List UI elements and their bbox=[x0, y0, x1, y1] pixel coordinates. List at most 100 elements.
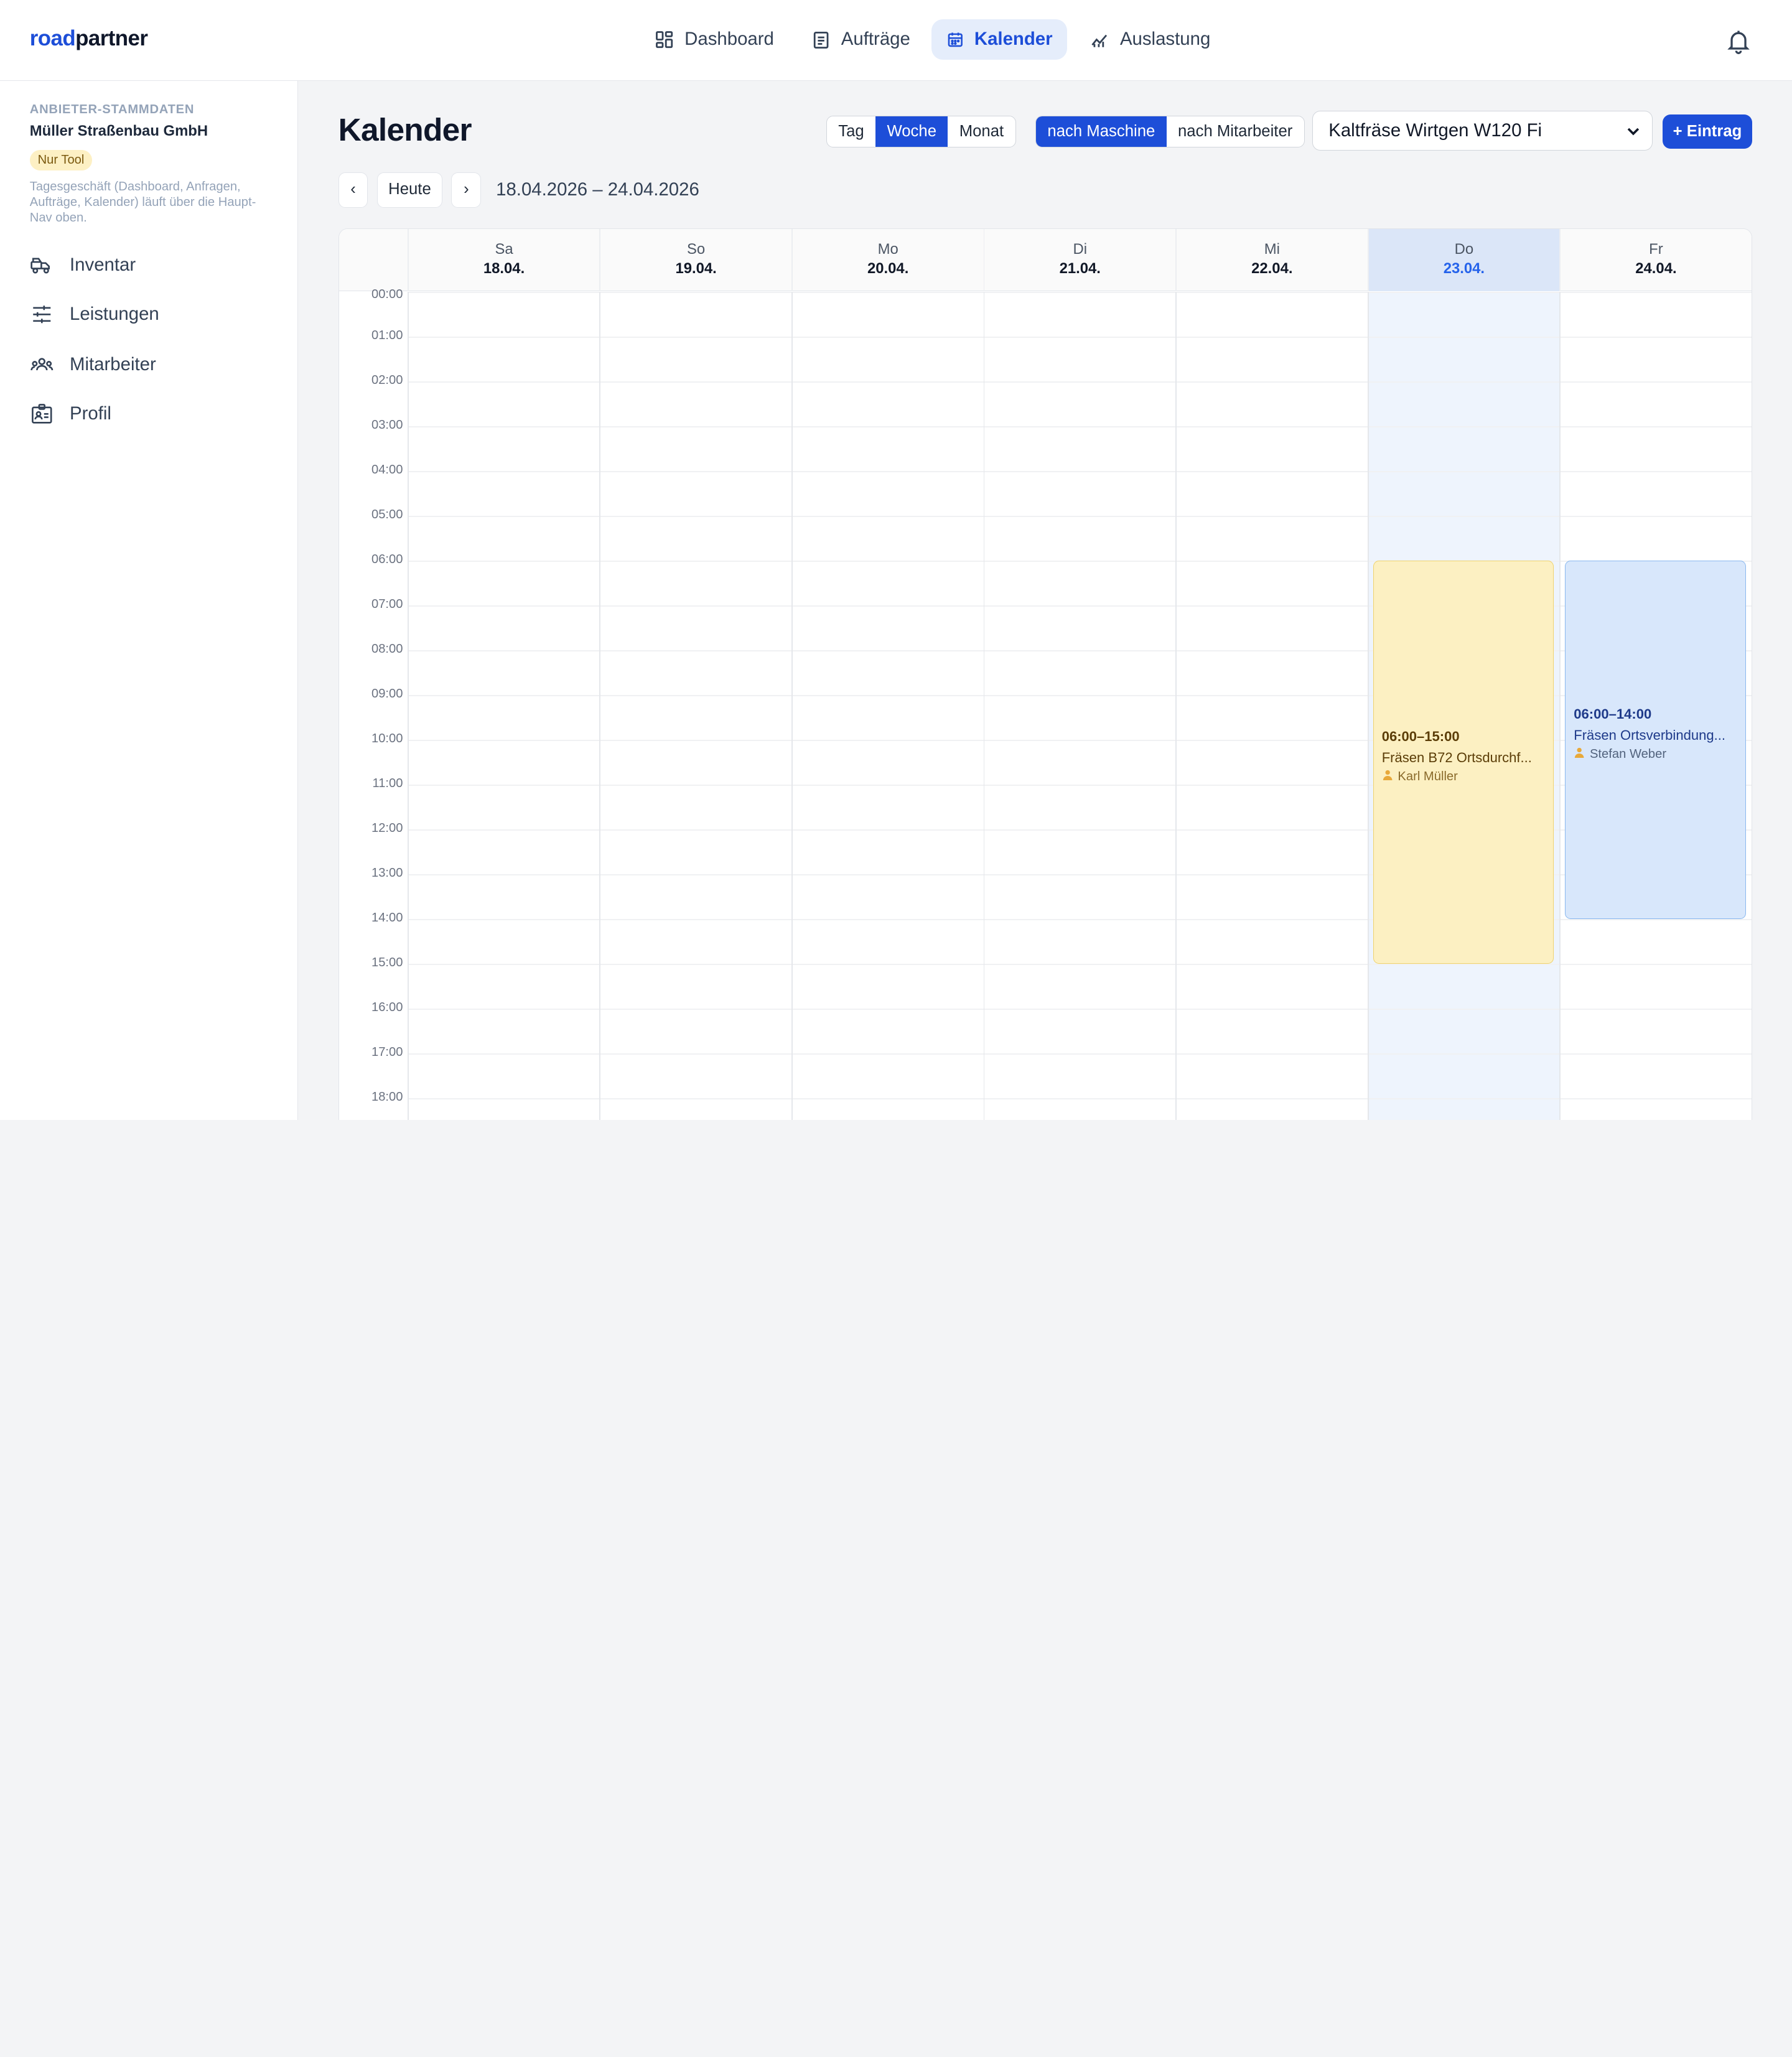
column-divider bbox=[791, 292, 793, 1120]
event-title: Fräsen B72 Ortsdurchf... bbox=[1381, 749, 1532, 765]
chart-icon bbox=[1091, 34, 1108, 47]
day-name: Fr bbox=[1649, 240, 1663, 258]
date-range: 18.04.2026 – 24.04.2026 bbox=[496, 179, 699, 200]
column-divider bbox=[1367, 292, 1369, 1120]
sidebar-item-profil[interactable]: Profil bbox=[30, 400, 111, 427]
calendar-header: Sa 18.04. So 19.04. Mo 20.04. Di 21.04. … bbox=[338, 229, 1752, 291]
time-label: 01:00 bbox=[371, 329, 403, 343]
hour-line bbox=[407, 964, 1752, 966]
person-icon bbox=[1574, 747, 1585, 762]
machine-select[interactable]: Kaltfräse Wirtgen W120 Fi bbox=[1312, 111, 1653, 151]
nav-item-dashboard[interactable]: Dashboard bbox=[640, 19, 789, 59]
time-label: 09:00 bbox=[371, 687, 403, 701]
group-by-machine[interactable]: nach Maschine bbox=[1036, 116, 1167, 147]
header-divider bbox=[1367, 229, 1369, 291]
time-label: 13:00 bbox=[371, 866, 403, 880]
column-divider bbox=[983, 292, 985, 1120]
column-divider bbox=[1175, 292, 1177, 1120]
calendar-body[interactable]: 00:00 01:00 02:00 03:00 04:00 05:00 06:00 07:00… bbox=[339, 287, 1752, 1120]
day-name: Do bbox=[1454, 240, 1474, 258]
group-by-employee[interactable]: nach Mitarbeiter bbox=[1167, 116, 1304, 147]
nav-item-kalender[interactable]: Kalender bbox=[931, 19, 1068, 60]
nav-item-auslastung[interactable]: Auslastung bbox=[1075, 19, 1225, 59]
view-mode-day[interactable]: Tag bbox=[827, 116, 875, 147]
day-header-today: Do 23.04. bbox=[1368, 229, 1560, 291]
hour-line bbox=[407, 471, 1752, 473]
week-calendar: Sa 18.04. So 19.04. Mo 20.04. Di 21.04. … bbox=[338, 228, 1752, 1120]
dashboard-icon bbox=[656, 30, 673, 48]
time-label: 12:00 bbox=[371, 821, 403, 836]
header-divider bbox=[1559, 229, 1561, 291]
person-icon bbox=[1382, 769, 1393, 784]
day-date: 24.04. bbox=[1635, 260, 1677, 278]
time-label: 08:00 bbox=[371, 642, 403, 656]
day-date: 21.04. bbox=[1059, 260, 1101, 278]
header-divider bbox=[983, 229, 985, 291]
sidebar-item-label: Mitarbeiter bbox=[70, 353, 156, 375]
calendar-icon bbox=[948, 32, 963, 47]
prev-week-button[interactable]: ‹ bbox=[338, 172, 368, 208]
event-title: Fräsen Ortsverbindung... bbox=[1574, 727, 1725, 743]
event-person: Stefan Weber bbox=[1574, 747, 1737, 762]
time-label: 15:00 bbox=[371, 956, 403, 970]
day-header: So 19.04. bbox=[600, 229, 791, 291]
event-time: 06:00–15:00 bbox=[1381, 729, 1460, 745]
page-title: Kalender bbox=[338, 111, 472, 148]
nav-label-auftraege: Aufträge bbox=[841, 29, 910, 50]
time-label: 06:00 bbox=[371, 553, 403, 567]
header-divider bbox=[407, 229, 409, 291]
hour-line bbox=[407, 516, 1752, 518]
company-name: Müller Straßenbau GmbH bbox=[29, 122, 208, 139]
calendar-event[interactable]: 06:00–14:00 Fräsen Ortsverbindung... Stefa… bbox=[1565, 561, 1746, 920]
calendar-event[interactable]: 06:00–15:00 Fräsen B72 Ortsdurchf... Karl … bbox=[1373, 561, 1554, 964]
nav-item-auftraege[interactable]: Aufträge bbox=[796, 19, 925, 59]
sidebar-note: Tagesgeschäft (Dashboard, Anfragen, Auft… bbox=[29, 180, 256, 225]
sliders-icon bbox=[33, 306, 51, 324]
sidebar-item-label: Leistungen bbox=[70, 304, 159, 325]
chevron-down-icon bbox=[1627, 128, 1639, 136]
sidebar-item-label: Profil bbox=[70, 403, 111, 424]
time-label: 05:00 bbox=[371, 508, 403, 522]
event-person: Karl Müller bbox=[1382, 769, 1546, 784]
today-button[interactable]: Heute bbox=[377, 172, 442, 208]
sidebar-item-mitarbeiter[interactable]: Mitarbeiter bbox=[30, 351, 156, 378]
status-badge: Nur Tool bbox=[29, 149, 93, 170]
hour-line bbox=[407, 1009, 1752, 1010]
day-name: Mi bbox=[1264, 240, 1280, 258]
view-mode-week[interactable]: Woche bbox=[875, 116, 948, 147]
event-time: 06:00–14:00 bbox=[1574, 706, 1652, 722]
day-header: Fr 24.04. bbox=[1561, 229, 1752, 291]
sidebar-item-inventar[interactable]: Inventar bbox=[30, 251, 136, 279]
hour-line bbox=[407, 1053, 1752, 1055]
nav-label-kalender: Kalender bbox=[974, 29, 1053, 50]
view-mode-month[interactable]: Monat bbox=[948, 116, 1015, 147]
column-divider bbox=[407, 292, 409, 1120]
header-divider bbox=[791, 229, 793, 291]
time-label: 17:00 bbox=[371, 1045, 403, 1060]
day-date: 18.04. bbox=[483, 260, 525, 278]
day-date: 19.04. bbox=[675, 260, 717, 278]
add-entry-button[interactable]: + Eintrag bbox=[1663, 114, 1752, 149]
day-name: Mo bbox=[877, 240, 898, 258]
time-label: 00:00 bbox=[371, 287, 403, 301]
bell-icon[interactable] bbox=[1725, 27, 1752, 55]
day-name: So bbox=[687, 240, 706, 258]
time-label: 14:00 bbox=[371, 911, 403, 925]
day-name: Sa bbox=[495, 240, 513, 258]
view-mode-toggle: Tag Woche Monat bbox=[826, 115, 1016, 147]
hour-line bbox=[407, 1098, 1752, 1100]
machine-select-value: Kaltfräse Wirtgen W120 Fi bbox=[1328, 120, 1542, 141]
top-header: roadpartner Dashboard Aufträge Kalender … bbox=[0, 0, 1792, 82]
day-header: Sa 18.04. bbox=[409, 229, 600, 291]
sidebar-item-leistungen[interactable]: Leistungen bbox=[30, 301, 159, 328]
main-nav: Dashboard Aufträge Kalender Auslastung bbox=[0, 0, 1792, 80]
day-date: 22.04. bbox=[1251, 260, 1293, 278]
id-card-icon bbox=[31, 403, 52, 424]
next-week-button[interactable]: › bbox=[451, 172, 482, 208]
sidebar-item-label: Inventar bbox=[70, 254, 136, 276]
app-root: roadpartner Dashboard Aufträge Kalender … bbox=[0, 0, 1792, 1120]
hour-line bbox=[407, 337, 1752, 338]
hour-line bbox=[407, 292, 1752, 294]
day-date: 23.04. bbox=[1443, 260, 1485, 278]
time-label: 07:00 bbox=[371, 597, 403, 612]
